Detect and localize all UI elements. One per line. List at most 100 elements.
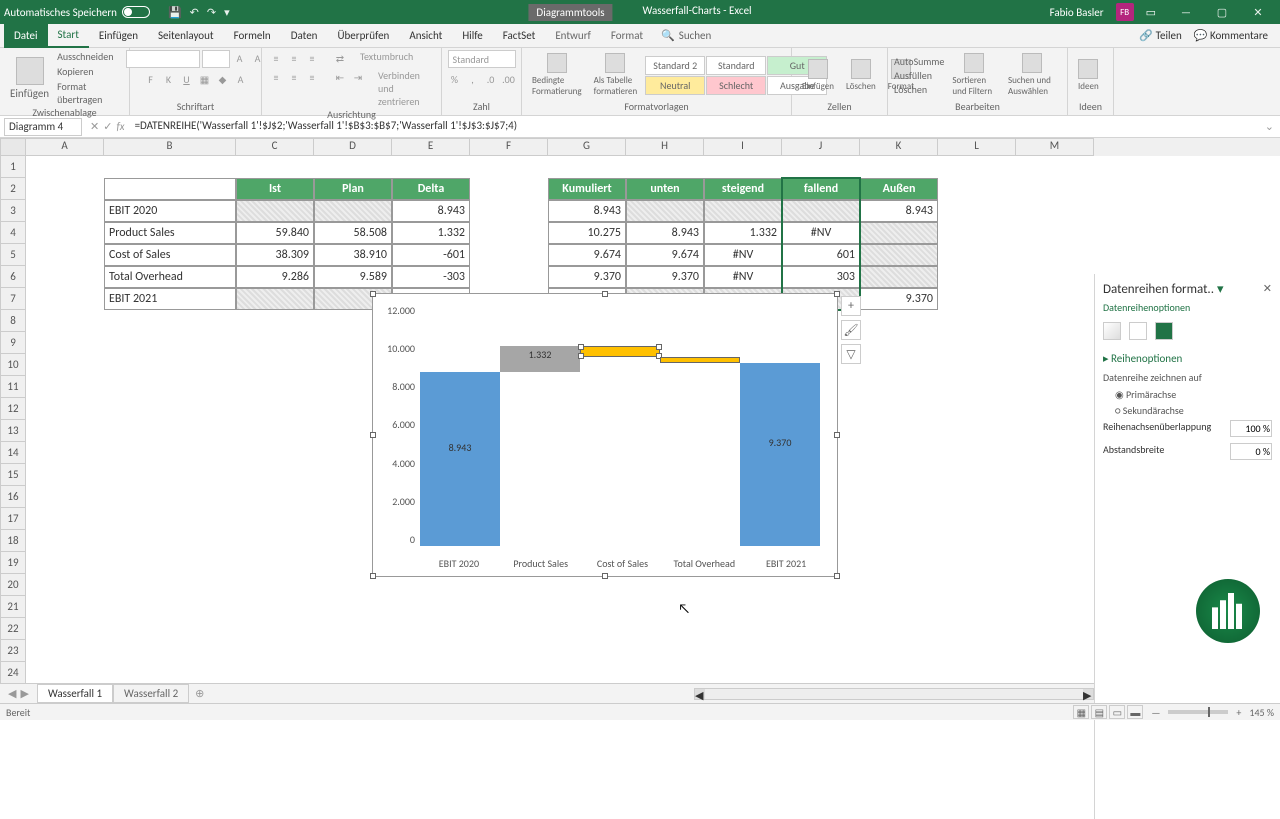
row-header[interactable]: 3 [0, 200, 26, 222]
col-header[interactable]: J [782, 138, 860, 156]
cut-button[interactable]: Ausschneiden [57, 50, 123, 63]
row-header[interactable]: 19 [0, 552, 26, 574]
cell[interactable]: 8.943 [860, 200, 938, 222]
delete-cells-button[interactable]: Löschen [842, 57, 880, 94]
cell[interactable]: 9.674 [548, 244, 626, 266]
sheet-tab-2[interactable]: Wasserfall 2 [113, 684, 189, 703]
cell[interactable] [782, 200, 860, 222]
col-header[interactable]: E [392, 138, 470, 156]
cell[interactable]: 9.370 [626, 266, 704, 288]
cell[interactable]: fallend [782, 178, 860, 200]
row-header[interactable]: 7 [0, 288, 26, 310]
cell[interactable]: 8.943 [392, 200, 470, 222]
row-header[interactable]: 24 [0, 662, 26, 684]
cell[interactable]: #NV [782, 222, 860, 244]
autosave-toggle[interactable]: Automatisches Speichern [4, 6, 150, 19]
cell[interactable]: 59.840 [236, 222, 314, 244]
cell[interactable]: 38.910 [314, 244, 392, 266]
tab-format[interactable]: Format [601, 24, 653, 48]
cell[interactable]: Total Overhead [104, 266, 236, 288]
col-header[interactable]: K [860, 138, 938, 156]
cell[interactable] [626, 200, 704, 222]
close-pane-icon[interactable]: ✕ [1263, 282, 1272, 295]
cell[interactable]: EBIT 2021 [104, 288, 236, 310]
row-header[interactable]: 11 [0, 376, 26, 398]
save-icon[interactable]: 💾 [168, 6, 182, 19]
row-header[interactable]: 17 [0, 508, 26, 530]
row-header[interactable]: 2 [0, 178, 26, 200]
search-box[interactable]: 🔍 Suchen [661, 29, 711, 42]
zoom-in-icon[interactable]: + [1236, 706, 1241, 719]
chart-styles-icon[interactable]: 🖌 [841, 320, 861, 340]
paste-button[interactable]: Einfügen [6, 55, 53, 102]
cell[interactable]: -601 [392, 244, 470, 266]
row-header[interactable]: 15 [0, 464, 26, 486]
chart[interactable]: 12.00010.0008.0006.0004.0002.0000 8.9431… [372, 293, 838, 577]
chart-filter-icon[interactable]: ▽ [841, 344, 861, 364]
col-header[interactable]: F [470, 138, 548, 156]
cell[interactable]: Cost of Sales [104, 244, 236, 266]
tab-help[interactable]: Hilfe [452, 24, 492, 48]
row-header[interactable]: 13 [0, 420, 26, 442]
h-scrollbar[interactable]: ◀▶ [694, 688, 1094, 700]
cell[interactable]: 303 [782, 266, 860, 288]
comments-button[interactable]: 💬 Kommentare [1194, 29, 1268, 42]
cell[interactable]: 9.286 [236, 266, 314, 288]
effects-icon[interactable] [1129, 322, 1147, 340]
row-header[interactable]: 1 [0, 156, 26, 178]
fill-line-icon[interactable] [1103, 322, 1121, 340]
cell[interactable]: -303 [392, 266, 470, 288]
copy-button[interactable]: Kopieren [57, 65, 123, 78]
primary-axis-radio[interactable]: ◉ Primärachse [1115, 388, 1272, 401]
cell[interactable] [704, 200, 782, 222]
tab-design[interactable]: Entwurf [545, 24, 601, 48]
row-header[interactable]: 8 [0, 310, 26, 332]
sort-filter-button[interactable]: Sortieren und Filtern [948, 51, 1000, 99]
tab-home[interactable]: Start [48, 24, 89, 48]
row-header[interactable]: 23 [0, 640, 26, 662]
row-header[interactable]: 5 [0, 244, 26, 266]
zoom-out-icon[interactable]: — [1151, 706, 1160, 719]
formula-input[interactable]: =DATENREIHE('Wasserfall 1'!$J$2;'Wasserf… [129, 118, 1259, 136]
share-button[interactable]: 🔗 Teilen [1139, 29, 1181, 42]
tab-view[interactable]: Ansicht [399, 24, 452, 48]
series-options-icon[interactable] [1155, 322, 1173, 340]
maximize-icon[interactable]: ▢ [1204, 6, 1240, 19]
quick-access-toolbar[interactable]: 💾 ↶ ↷ ▾ [168, 6, 230, 19]
row-header[interactable]: 18 [0, 530, 26, 552]
cell[interactable]: 9.589 [314, 266, 392, 288]
view-buttons[interactable]: ▦▤▭▬ [1071, 705, 1143, 719]
tab-file[interactable]: Datei [4, 24, 48, 48]
name-box[interactable]: Diagramm 4 [4, 118, 82, 136]
col-header[interactable]: I [704, 138, 782, 156]
qat-more-icon[interactable]: ▾ [224, 6, 230, 19]
find-select-button[interactable]: Suchen und Auswählen [1004, 51, 1061, 99]
cell[interactable]: 9.370 [860, 288, 938, 310]
row-header[interactable]: 20 [0, 574, 26, 596]
cell[interactable]: steigend [704, 178, 782, 200]
row-header[interactable]: 9 [0, 332, 26, 354]
table-format-button[interactable]: Als Tabelle formatieren [590, 51, 642, 99]
row-header[interactable]: 21 [0, 596, 26, 618]
cell[interactable] [314, 200, 392, 222]
add-sheet-icon[interactable]: ⊕ [195, 687, 204, 700]
cell[interactable]: Product Sales [104, 222, 236, 244]
cell[interactable] [860, 222, 938, 244]
tab-insert[interactable]: Einfügen [89, 24, 148, 48]
cell[interactable]: Kumuliert [548, 178, 626, 200]
insert-cells-button[interactable]: Einfügen [798, 57, 838, 94]
row-header[interactable]: 12 [0, 398, 26, 420]
cell[interactable]: Ist [236, 178, 314, 200]
minimize-icon[interactable]: — [1168, 6, 1204, 19]
format-painter-button[interactable]: Format übertragen [57, 80, 123, 106]
cell[interactable]: 38.309 [236, 244, 314, 266]
tab-nav-prev-icon[interactable]: ◀ [8, 687, 16, 700]
cell[interactable] [860, 244, 938, 266]
undo-icon[interactable]: ↶ [190, 6, 199, 19]
ribbon-options-icon[interactable]: ▭ [1146, 6, 1156, 19]
col-header[interactable]: D [314, 138, 392, 156]
cell[interactable]: 8.943 [548, 200, 626, 222]
cell[interactable]: 1.332 [392, 222, 470, 244]
user-name[interactable]: Fabio Basler [1050, 6, 1104, 19]
tab-review[interactable]: Überprüfen [327, 24, 399, 48]
